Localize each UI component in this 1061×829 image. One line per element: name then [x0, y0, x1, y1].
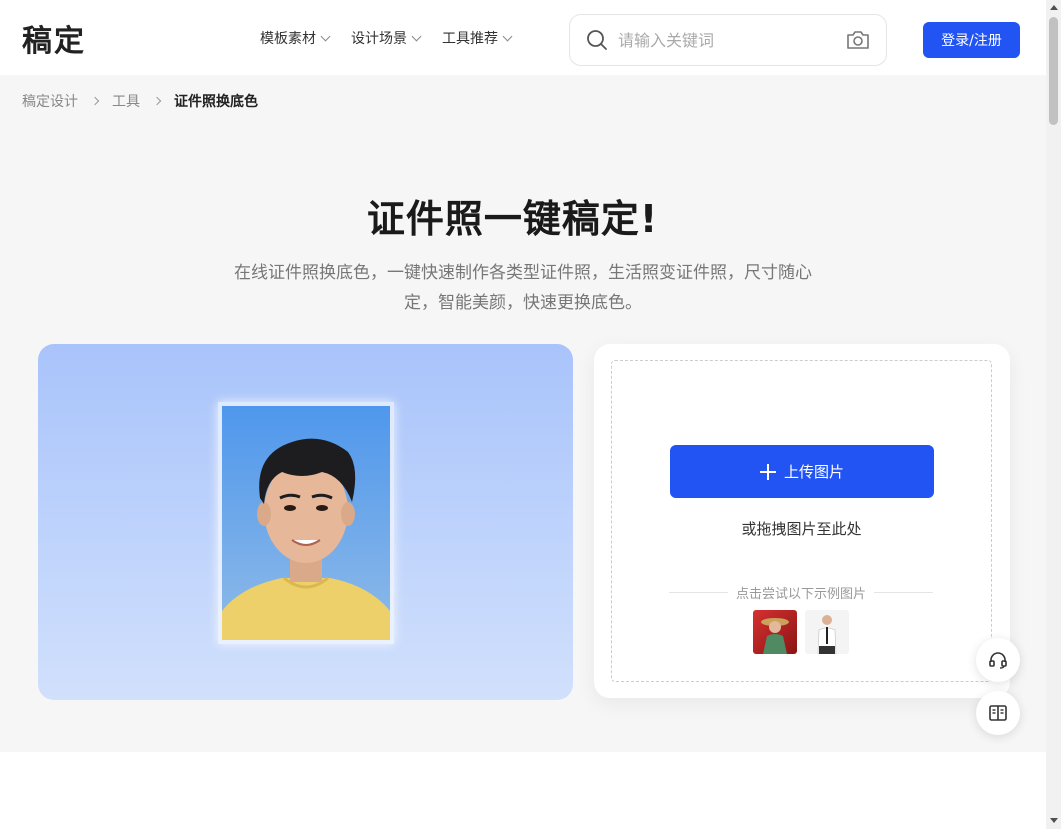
breadcrumb-current: 证件照换底色: [174, 94, 258, 110]
breadcrumb-tools[interactable]: 工具: [112, 91, 140, 111]
main-nav: 模板素材 设计场景 工具推荐: [260, 28, 513, 48]
plus-icon: [759, 463, 776, 480]
nav-tools[interactable]: 工具推荐: [442, 28, 513, 48]
chevron-right-icon: [152, 96, 162, 106]
upload-button-label: 上传图片: [783, 463, 844, 481]
book-icon: [989, 705, 1007, 721]
id-photo-frame: [218, 402, 394, 644]
breadcrumb: 稿定设计 工具 证件照换底色: [22, 91, 258, 111]
upload-image-button[interactable]: 上传图片: [670, 445, 934, 498]
sample-label-text: 点击尝试以下示例图片: [736, 587, 867, 602]
upload-dropzone[interactable]: 上传图片 或拖拽图片至此处 点击尝试以下示例图片: [611, 360, 992, 682]
nav-scenes[interactable]: 设计场景: [351, 28, 422, 48]
scroll-down-icon[interactable]: [1050, 818, 1058, 823]
chevron-down-icon: [411, 31, 422, 41]
main-content: 稿定设计 工具 证件照换底色 证件照一键稿定! 在线证件照换底色，一键快速制作各…: [0, 75, 1046, 752]
sample-images: [753, 610, 849, 654]
headset-icon: [989, 652, 1007, 669]
nav-scenes-label: 设计场景: [351, 31, 407, 47]
page-subtitle: 在线证件照换底色，一键快速制作各类型证件照，生活照变证件照，尺寸随心定，智能美颜…: [234, 263, 812, 313]
divider: [669, 592, 728, 593]
page-title: 证件照一键稿定!: [366, 197, 659, 241]
drag-hint: 或拖拽图片至此处: [741, 520, 862, 538]
guide-button[interactable]: [976, 691, 1020, 735]
nav-tools-label: 工具推荐: [442, 31, 498, 47]
upload-card: 上传图片 或拖拽图片至此处 点击尝试以下示例图片: [594, 344, 1010, 698]
nav-templates-label: 模板素材: [260, 31, 316, 47]
login-register-button[interactable]: 登录/注册: [923, 22, 1020, 58]
sample-image-2[interactable]: [805, 610, 849, 654]
nav-templates[interactable]: 模板素材: [260, 28, 331, 48]
scroll-up-icon[interactable]: [1050, 5, 1058, 10]
page-scrollbar[interactable]: [1046, 0, 1061, 829]
chevron-right-icon: [90, 96, 100, 106]
preview-card: [38, 344, 573, 700]
breadcrumb-home[interactable]: 稿定设计: [22, 91, 78, 111]
customer-service-button[interactable]: [976, 638, 1020, 682]
search-input[interactable]: [618, 30, 846, 50]
divider: [874, 592, 934, 593]
sample-label: 点击尝试以下示例图片: [669, 583, 934, 602]
top-header: 稿定 模板素材 设计场景 工具推荐 登录/注册: [0, 0, 1046, 75]
scroll-thumb[interactable]: [1049, 17, 1058, 125]
search-box: [569, 14, 887, 66]
site-logo[interactable]: 稿定: [22, 16, 86, 60]
chevron-down-icon: [502, 31, 513, 41]
camera-icon[interactable]: [846, 30, 870, 50]
sample-image-1[interactable]: [753, 610, 797, 654]
id-photo-example: [222, 406, 390, 640]
chevron-down-icon: [320, 31, 331, 41]
search-icon: [587, 30, 607, 50]
